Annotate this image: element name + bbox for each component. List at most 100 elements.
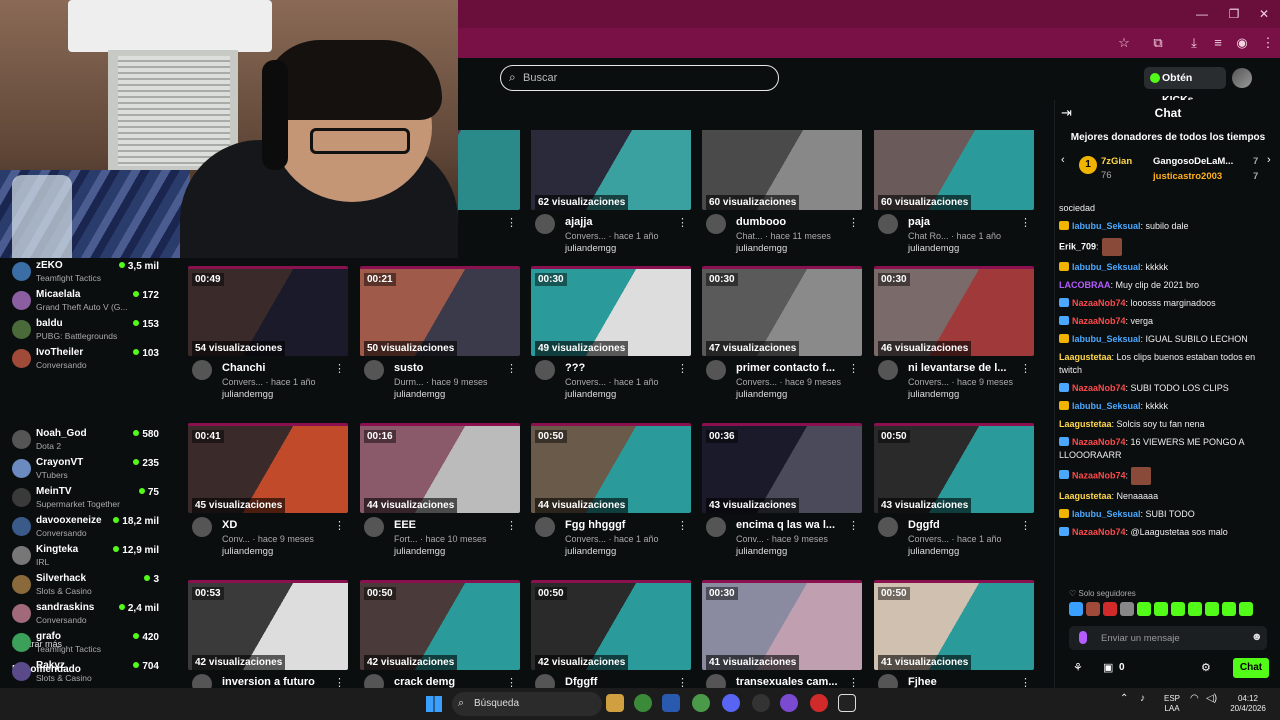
get-kicks-button[interactable]: Obtén KICKs	[1144, 67, 1226, 106]
clip-title[interactable]: Dfggff	[565, 676, 675, 688]
more-options-icon[interactable]: ⋮	[506, 362, 517, 375]
emote-icon[interactable]	[1120, 602, 1134, 616]
opera-icon[interactable]	[810, 694, 828, 712]
more-options-icon[interactable]: ⋮	[334, 676, 345, 688]
clip-title[interactable]: susto	[394, 362, 504, 374]
taskbar-search[interactable]: ⌕ Búsqueda	[452, 692, 602, 716]
clip-author[interactable]: juliandemgg	[736, 243, 787, 254]
chat-settings-icon[interactable]: ⚘	[1073, 661, 1083, 674]
clip-card[interactable]: 00:30 41 visualizaciones transexuales cam.…	[702, 580, 862, 688]
clip-thumbnail[interactable]: 00:50 43 visualizaciones	[874, 423, 1034, 513]
sidebar-channel[interactable]: Noah_God Dota 2 580	[0, 426, 178, 454]
creator-avatar[interactable]	[706, 214, 726, 234]
emoji-icon[interactable]: ☻	[1251, 631, 1263, 643]
sidebar-channel[interactable]: Micaelala Grand Theft Auto V (G... 172	[0, 287, 178, 315]
more-options-icon[interactable]: ⋮	[677, 519, 688, 532]
clip-card[interactable]: 00:53 42 visualizaciones inversion a futur…	[188, 580, 348, 688]
clip-thumbnail[interactable]: 00:50 42 visualizaciones	[360, 580, 520, 670]
creator-avatar[interactable]	[878, 360, 898, 380]
more-options-icon[interactable]: ⋮	[1020, 216, 1031, 229]
language-indicator[interactable]: ESP LAA	[1160, 694, 1184, 714]
more-options-icon[interactable]: ⋮	[848, 216, 859, 229]
clip-thumbnail[interactable]: 00:16 44 visualizaciones	[360, 423, 520, 513]
clip-card[interactable]: 00:50 42 visualizaciones crack demg ⋮	[360, 580, 520, 688]
clip-title[interactable]: ni levantarse de l...	[908, 362, 1018, 374]
emote-icon[interactable]	[1137, 602, 1151, 616]
clip-title[interactable]: dumbooo	[736, 216, 846, 228]
sidebar-channel[interactable]: Silverhack Slots & Casino 3	[0, 571, 178, 599]
creator-avatar[interactable]	[364, 517, 384, 537]
user-avatar[interactable]	[1232, 68, 1252, 88]
chat-username[interactable]: NazaaNob74	[1072, 316, 1126, 326]
clip-thumbnail[interactable]: 00:50 42 visualizaciones	[531, 580, 691, 670]
creator-avatar[interactable]	[535, 517, 555, 537]
more-options-icon[interactable]: ⋮	[677, 216, 688, 229]
clip-author[interactable]: juliandemgg	[222, 389, 273, 400]
chat-username[interactable]: labubu_Seksual	[1072, 509, 1141, 519]
gear-icon[interactable]: ⚙	[1201, 661, 1211, 674]
clip-author[interactable]: juliandemgg	[908, 389, 959, 400]
emote-icon[interactable]	[1205, 602, 1219, 616]
send-chat-button[interactable]: Chat	[1233, 658, 1269, 678]
creator-avatar[interactable]	[364, 674, 384, 688]
chrome-active-icon[interactable]	[692, 694, 710, 712]
clip-title[interactable]: primer contacto f...	[736, 362, 846, 374]
mic-tray-icon[interactable]: ♪	[1140, 694, 1145, 704]
more-options-icon[interactable]: ⋮	[334, 519, 345, 532]
clip-card[interactable]: 00:50 41 visualizaciones Fjhee ⋮	[874, 580, 1034, 688]
clip-thumbnail[interactable]: 00:50 44 visualizaciones	[531, 423, 691, 513]
word-icon[interactable]	[662, 694, 680, 712]
more-options-icon[interactable]: ⋮	[677, 676, 688, 688]
clip-thumbnail[interactable]: 00:30 47 visualizaciones	[702, 266, 862, 356]
clip-author[interactable]: juliandemgg	[565, 389, 616, 400]
chat-username[interactable]: labubu_Seksual	[1072, 262, 1141, 272]
clip-card[interactable]: 00:30 47 visualizaciones primer contacto f…	[702, 266, 862, 416]
clip-title[interactable]: crack demg	[394, 676, 504, 688]
clip-thumbnail[interactable]: 00:36 43 visualizaciones	[702, 423, 862, 513]
sidebar-channel[interactable]: baldu PUBG: Battlegrounds 153	[0, 316, 178, 344]
emote-icon[interactable]	[1188, 602, 1202, 616]
clip-author[interactable]: juliandemgg	[908, 546, 959, 557]
chevron-up-icon[interactable]: ⌃	[1120, 694, 1128, 704]
clip-title[interactable]: paja	[908, 216, 1018, 228]
maximize-icon[interactable]: ❐	[1220, 4, 1248, 24]
clip-card[interactable]: 00:49 54 visualizaciones Chanchi Convers...…	[188, 266, 348, 416]
clip-thumbnail[interactable]: 00:50 41 visualizaciones	[874, 580, 1034, 670]
clip-card[interactable]: 00:16 44 visualizaciones EEE Fort... · hace…	[360, 423, 520, 573]
creator-avatar[interactable]	[364, 360, 384, 380]
clip-author[interactable]: juliandemgg	[565, 243, 616, 254]
sidebar-channel[interactable]: grafo Teamfight Tactics 420	[0, 629, 178, 657]
sidebar-channel[interactable]: Kingteka IRL 12,9 mil	[0, 542, 178, 570]
discord-icon[interactable]	[722, 694, 740, 712]
clip-card[interactable]: 00:50 42 visualizaciones Dfggff ⋮	[531, 580, 691, 688]
clip-title[interactable]: inversion a futuro	[222, 676, 332, 688]
obs-icon[interactable]	[780, 694, 798, 712]
clip-thumbnail[interactable]: 60 visualizaciones	[702, 130, 862, 210]
more-options-icon[interactable]: ⋮	[334, 362, 345, 375]
media-icon[interactable]: ≡	[1206, 32, 1230, 54]
emote-icon[interactable]	[1239, 602, 1253, 616]
clip-author[interactable]: juliandemgg	[394, 389, 445, 400]
file-explorer-icon[interactable]	[606, 694, 624, 712]
chat-username[interactable]: Laagustetaa	[1059, 419, 1112, 429]
sidebar-channel[interactable]: CrayonVT VTubers 235	[0, 455, 178, 483]
clip-author[interactable]: juliandemgg	[565, 546, 616, 557]
creator-avatar[interactable]	[535, 674, 555, 688]
more-options-icon[interactable]: ⋮	[1020, 519, 1031, 532]
clip-title[interactable]: EEE	[394, 519, 504, 531]
creator-avatar[interactable]	[535, 214, 555, 234]
chat-username[interactable]: NazaaNob74	[1072, 298, 1126, 308]
creator-avatar[interactable]	[192, 360, 212, 380]
clip-title[interactable]: ajajja	[565, 216, 675, 228]
emote-icon[interactable]	[1171, 602, 1185, 616]
profile-icon[interactable]: ◉	[1230, 32, 1254, 54]
clip-card[interactable]: 00:36 43 visualizaciones encima q las wa l…	[702, 423, 862, 573]
clip-thumbnail[interactable]: 00:41 45 visualizaciones	[188, 423, 348, 513]
creator-avatar[interactable]	[878, 517, 898, 537]
sidebar-channel[interactable]: davooxeneize Conversando 18,2 mil	[0, 513, 178, 541]
creator-avatar[interactable]	[706, 674, 726, 688]
clip-thumbnail[interactable]: 60 visualizaciones	[874, 130, 1034, 210]
clip-card[interactable]: 00:50 44 visualizaciones Fgg hhgggf Convers…	[531, 423, 691, 573]
clip-title[interactable]: ???	[565, 362, 675, 374]
clip-author[interactable]: juliandemgg	[394, 546, 445, 557]
